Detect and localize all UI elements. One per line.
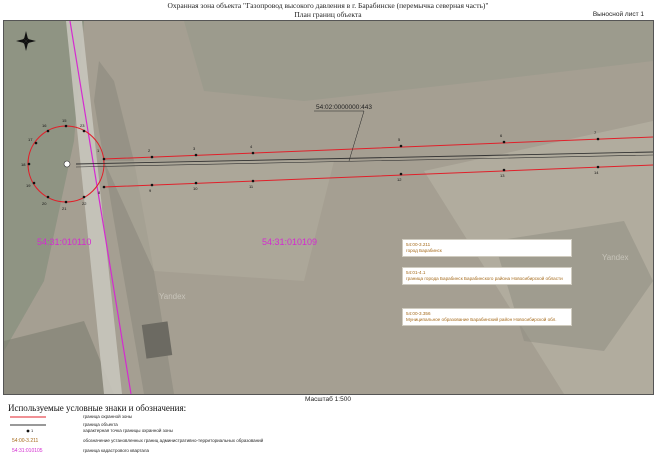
map-title: Охранная зона объекта "Газопровод высоко…	[0, 1, 656, 19]
map-scale: Масштаб 1:500	[305, 396, 351, 403]
point-label: 19	[26, 183, 31, 188]
legend-item-zone-point: 1 характерная точка границы охранной зон…	[8, 427, 648, 435]
legend-item-zone-border: граница охранной зоны	[8, 413, 648, 421]
point-label: 16	[42, 123, 47, 128]
zone-point	[102, 157, 106, 161]
zone-point	[399, 172, 403, 176]
object-point	[63, 160, 71, 168]
zone-point	[251, 179, 255, 183]
point-label: 13	[500, 173, 505, 178]
note-text: город Барабинск	[406, 248, 442, 253]
legend-title: Используемые условные знаки и обозначени…	[8, 403, 187, 413]
cadastral-number-label: 54:02:0000000:443	[316, 104, 372, 111]
note-text: граница города Барабинск Барабинского ра…	[406, 276, 563, 281]
point-label: 23	[80, 123, 85, 128]
point-label: 21	[62, 206, 67, 211]
legend-point-label: 1	[31, 428, 34, 433]
point-label: 10	[193, 186, 198, 191]
zone-point	[596, 165, 600, 169]
legend-text: граница охранной зоны	[83, 414, 133, 419]
point-label: 22	[82, 201, 87, 206]
map-watermark: Yandex	[602, 253, 629, 262]
sheet-label: Выносной лист 1	[592, 11, 644, 18]
quarter-label-east: 54:31:010109	[262, 237, 317, 247]
point-label: 14	[594, 170, 599, 175]
point-label: 12	[397, 177, 402, 182]
legend-text: граница кадастрового квартала	[83, 448, 149, 453]
note-city-border: 54:01-4.1 граница города Барабинск Бараб…	[402, 267, 572, 285]
zone-point	[502, 140, 506, 144]
zone-point	[34, 141, 38, 145]
zone-point	[596, 137, 600, 141]
legend-quarter-code: 54:31:010105	[12, 448, 43, 454]
point-label: 17	[28, 137, 33, 142]
legend-text: обозначение установленных границ админис…	[83, 438, 264, 443]
legend-code: 54:00-3.211	[12, 438, 39, 444]
zone-point	[102, 185, 106, 189]
zone-point	[194, 181, 198, 185]
zone-point	[32, 181, 36, 185]
point-label: 20	[42, 201, 47, 206]
zone-point	[150, 183, 154, 187]
point-label: 18	[21, 162, 26, 167]
zone-point	[46, 195, 50, 199]
zone-point	[82, 195, 86, 199]
zone-point	[64, 124, 68, 128]
zone-point	[64, 200, 68, 204]
map-canvas: 54:02:0000000:443 54:31:010110 54:31:010…	[4, 21, 653, 394]
zone-point	[150, 155, 154, 159]
zone-point	[46, 129, 50, 133]
title-line-2: План границ объекта	[294, 9, 362, 19]
map-view[interactable]: 54:02:0000000:443 54:31:010110 54:31:010…	[3, 20, 654, 395]
zone-point	[251, 151, 255, 155]
zone-point	[82, 129, 86, 133]
zone-point	[399, 144, 403, 148]
zone-point	[502, 168, 506, 172]
quarter-label-west: 54:31:010110	[37, 237, 91, 247]
point-icon: 1	[26, 428, 34, 433]
red-line-icon	[10, 416, 46, 418]
zone-point	[27, 162, 31, 166]
legend-item-admin-border: 54:00-3.211 обозначение установленных гр…	[8, 437, 648, 445]
note-text: Муниципальное образование Барабинский ра…	[406, 317, 557, 322]
note-city: 54:00-3.211 город Барабинск	[402, 239, 572, 257]
point-label: 15	[62, 118, 67, 123]
zone-point	[194, 153, 198, 157]
note-district: 54:00-3.356 Муниципальное образование Ба…	[402, 308, 572, 326]
building	[141, 321, 173, 359]
legend-text: характерная точка границы охранной зоны	[83, 428, 173, 433]
map-watermark: Yandex	[159, 292, 186, 301]
legend-item-quarter-border: 54:31:010105 граница кадастрового кварта…	[8, 447, 648, 455]
